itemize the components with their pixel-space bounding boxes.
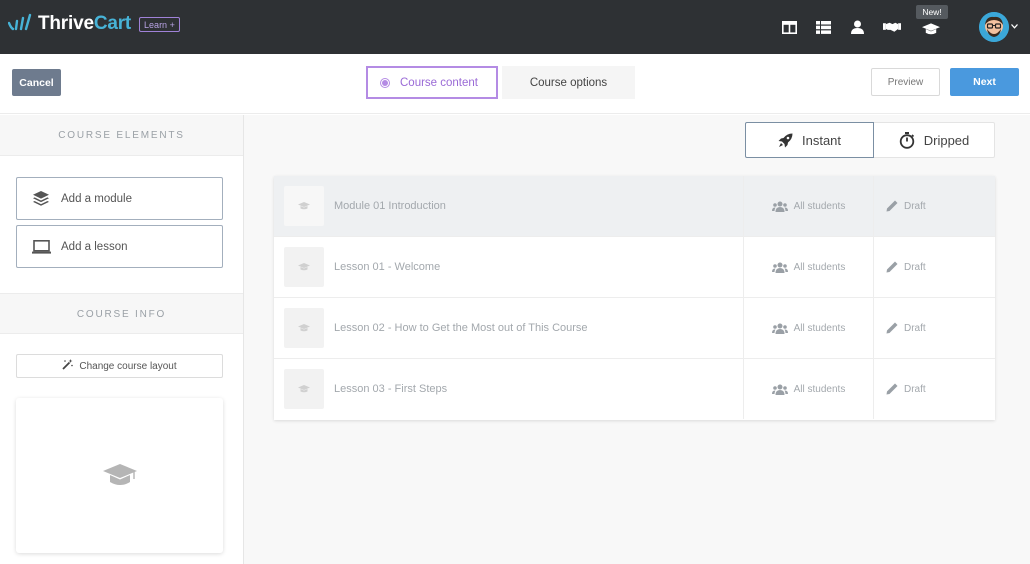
top-navbar: ThriveCart Learn + New!	[0, 0, 1030, 54]
item-thumbnail	[284, 186, 324, 226]
release-mode-toggle: Instant Dripped	[745, 122, 995, 158]
audience-label: All students	[793, 261, 846, 273]
audience-cell[interactable]: All students	[744, 298, 874, 358]
audience-label: All students	[793, 200, 846, 212]
dripped-option[interactable]: Dripped	[874, 122, 995, 158]
instant-label: Instant	[801, 132, 842, 148]
table-icon[interactable]	[814, 18, 832, 36]
status-cell[interactable]: Draft	[874, 298, 995, 358]
users-icon	[771, 323, 788, 334]
list-item[interactable]: Module 01 Introduction All students Draf…	[274, 176, 995, 237]
tab-course-content[interactable]: Course content	[366, 66, 498, 99]
status-cell[interactable]: Draft	[874, 237, 995, 297]
add-lesson-label: Add a lesson	[61, 240, 128, 253]
item-title: Lesson 02 - How to Get the Most out of T…	[334, 322, 588, 334]
audience-cell[interactable]: All students	[744, 176, 874, 236]
item-title-cell: Lesson 01 - Welcome	[274, 237, 744, 297]
main-content: Instant Dripped Module 01 Introduction A…	[244, 115, 1030, 564]
radio-dot-icon	[380, 77, 390, 88]
laptop-icon	[31, 239, 51, 254]
magic-wand-icon	[62, 359, 74, 373]
brand-name: ThriveCart	[38, 13, 132, 34]
status-label: Draft	[904, 322, 926, 334]
avatar[interactable]	[979, 12, 1009, 42]
pencil-icon	[886, 383, 898, 395]
audience-cell[interactable]: All students	[744, 359, 874, 419]
audience-cell[interactable]: All students	[744, 237, 874, 297]
status-label: Draft	[904, 200, 926, 212]
user-icon[interactable]	[848, 18, 866, 36]
brand[interactable]: ThriveCart Learn +	[8, 13, 180, 35]
status-cell[interactable]: Draft	[874, 359, 995, 419]
item-thumbnail	[284, 247, 324, 287]
list-item[interactable]: Lesson 03 - First Steps All students Dra…	[274, 359, 995, 420]
item-title-cell: Lesson 02 - How to Get the Most out of T…	[274, 298, 744, 358]
rocket-icon	[778, 133, 793, 148]
graduation-cap-icon	[298, 385, 310, 393]
tab-course-options[interactable]: Course options	[502, 66, 635, 99]
tab-label: Course options	[529, 76, 608, 89]
cancel-button[interactable]: Cancel	[12, 69, 61, 96]
chevron-down-icon[interactable]	[1011, 24, 1018, 29]
dripped-label: Dripped	[923, 132, 970, 148]
item-title: Lesson 01 - Welcome	[334, 261, 441, 273]
handshake-icon[interactable]	[883, 18, 901, 36]
status-label: Draft	[904, 383, 926, 395]
status-label: Draft	[904, 261, 926, 273]
item-title: Lesson 03 - First Steps	[334, 383, 448, 395]
action-bar: Cancel Course content Course options Pre…	[0, 54, 1030, 114]
thrivecart-logo-icon	[8, 13, 32, 31]
next-button[interactable]: Next	[950, 68, 1019, 96]
users-icon	[771, 384, 788, 395]
change-course-layout-button[interactable]: Change course layout	[16, 354, 223, 378]
item-thumbnail	[284, 369, 324, 409]
course-content-list: Module 01 Introduction All students Draf…	[274, 176, 995, 420]
audience-label: All students	[793, 383, 846, 395]
add-lesson-button[interactable]: Add a lesson	[16, 225, 223, 268]
item-title-cell: Module 01 Introduction	[274, 176, 744, 236]
layers-icon	[31, 191, 51, 206]
audience-label: All students	[793, 322, 846, 334]
pencil-icon	[886, 261, 898, 273]
item-title-cell: Lesson 03 - First Steps	[274, 359, 744, 419]
sidebar: COURSE ELEMENTS Add a module Add a lesso…	[0, 115, 244, 564]
pencil-icon	[886, 322, 898, 334]
item-thumbnail	[284, 308, 324, 348]
preview-button[interactable]: Preview	[871, 68, 940, 96]
users-icon	[771, 262, 788, 273]
change-course-layout-label: Change course layout	[79, 360, 177, 372]
graduation-cap-icon	[298, 263, 310, 271]
item-title: Module 01 Introduction	[334, 200, 446, 212]
add-module-label: Add a module	[61, 192, 132, 205]
list-item[interactable]: Lesson 01 - Welcome All students Draft	[274, 237, 995, 298]
list-item[interactable]: Lesson 02 - How to Get the Most out of T…	[274, 298, 995, 359]
course-info-heading: COURSE INFO	[0, 293, 243, 334]
pencil-icon	[886, 200, 898, 212]
users-icon	[771, 201, 788, 212]
graduation-cap-icon[interactable]	[922, 20, 940, 38]
instant-option[interactable]: Instant	[745, 122, 874, 158]
graduation-cap-icon	[102, 463, 137, 485]
graduation-cap-icon	[298, 324, 310, 332]
course-thumbnail[interactable]	[16, 398, 223, 553]
layout-icon[interactable]	[780, 18, 798, 36]
status-cell[interactable]: Draft	[874, 176, 995, 236]
avatar-icon	[979, 12, 1009, 42]
add-module-button[interactable]: Add a module	[16, 177, 223, 220]
learn-plus-badge: Learn +	[139, 16, 180, 32]
new-badge: New!	[916, 5, 948, 19]
tab-label: Course content	[400, 76, 478, 89]
stopwatch-icon	[899, 131, 915, 149]
graduation-cap-icon	[298, 202, 310, 210]
course-elements-heading: COURSE ELEMENTS	[0, 115, 243, 156]
